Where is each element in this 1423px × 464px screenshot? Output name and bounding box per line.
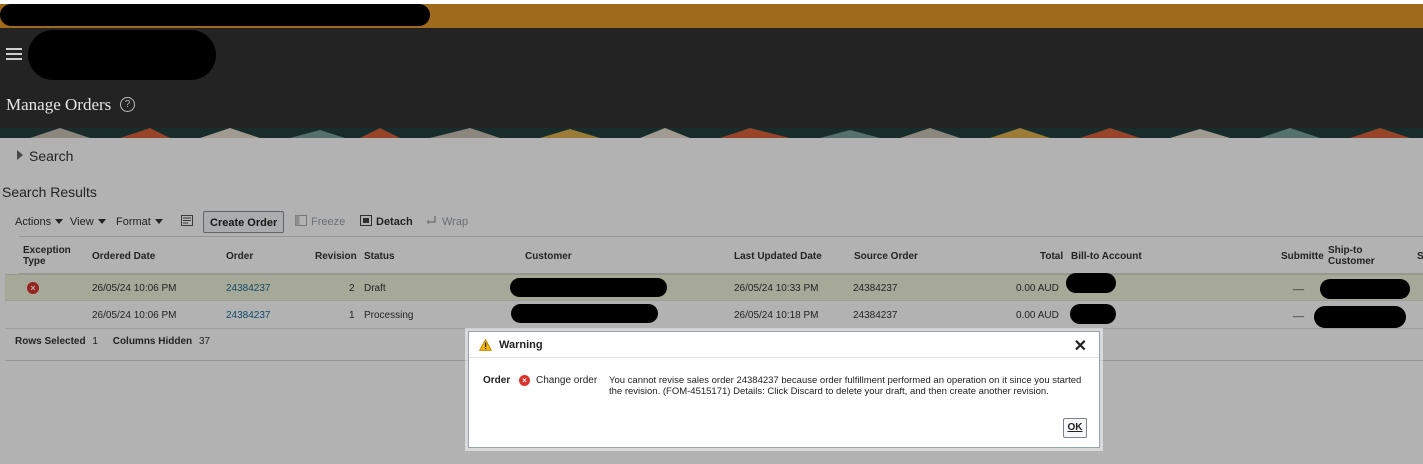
- warning-dialog: Warning ✕ Order × Change order You canno…: [468, 331, 1100, 448]
- ok-button[interactable]: OK: [1063, 418, 1087, 438]
- redacted-logo: [28, 30, 216, 80]
- message-sub-label: Change order: [536, 375, 598, 386]
- message-label: Order: [483, 375, 511, 386]
- redacted-banner: [0, 4, 430, 26]
- help-icon[interactable]: ?: [120, 97, 135, 112]
- message-text: You cannot revise sales order 24384237 b…: [609, 375, 1082, 397]
- page-title: Manage Orders: [6, 95, 112, 114]
- error-icon: ×: [519, 375, 530, 386]
- dialog-title: Warning: [499, 339, 543, 351]
- warning-icon: [479, 339, 492, 351]
- dialog-header: Warning ✕: [469, 332, 1099, 358]
- close-icon[interactable]: ✕: [1074, 336, 1087, 356]
- hamburger-icon[interactable]: [6, 48, 22, 60]
